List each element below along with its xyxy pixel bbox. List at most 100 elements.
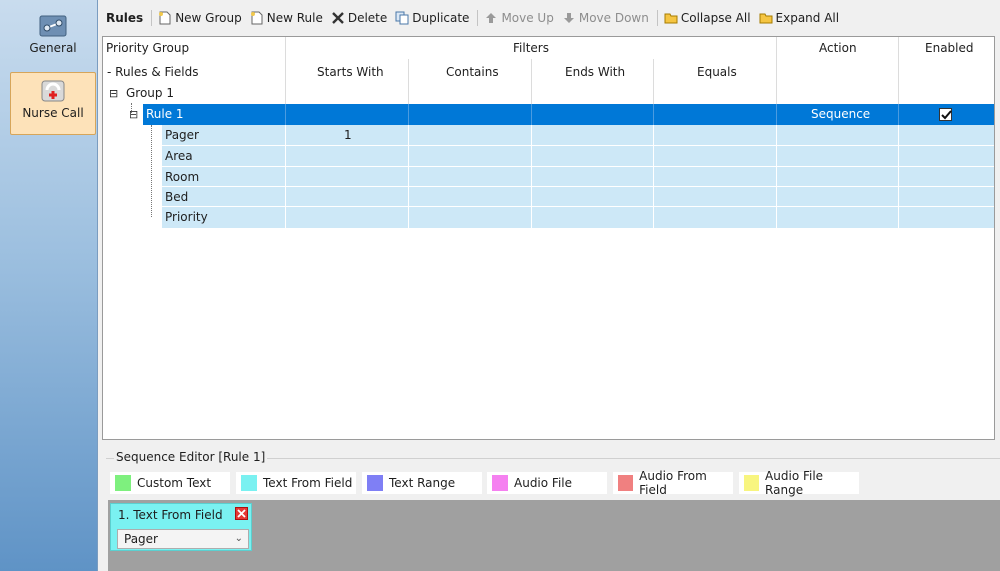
field-label: Area [165, 149, 193, 163]
new-rule-button[interactable]: New Rule [250, 11, 323, 25]
collapse-all-label: Collapse All [680, 11, 751, 25]
move-up-label: Move Up [501, 11, 554, 25]
close-icon[interactable] [235, 507, 248, 520]
new-rule-label: New Rule [266, 11, 323, 25]
header-equals[interactable]: Equals [697, 65, 737, 79]
row-divider [162, 145, 994, 146]
toolbar-title: Rules [106, 11, 144, 25]
rules-toolbar: Rules New Group New Rule Delete Duplicat… [100, 4, 1000, 32]
palette-swatch [618, 475, 634, 491]
row-divider [162, 166, 994, 167]
rules-tree-grid[interactable]: Priority Group - Rules & Fields Filters … [102, 36, 995, 440]
column-divider [898, 125, 899, 228]
group-row[interactable]: ⊟ Group 1 [103, 83, 994, 104]
chevron-down-icon: ⌄ [234, 533, 243, 544]
left-nav-panel: General Nurse Call [0, 0, 98, 571]
toolbar-separator [656, 10, 658, 26]
move-up-button[interactable]: Move Up [484, 11, 554, 25]
new-document-icon [250, 11, 264, 25]
rule-label: Rule 1 [146, 107, 184, 121]
column-divider [531, 125, 532, 228]
rule-enabled-checkbox[interactable] [939, 108, 952, 121]
field-row-area[interactable]: Area [162, 146, 994, 167]
sequence-step-title: 1. Text From Field [118, 508, 223, 522]
rule-expand-icon[interactable]: ⊟ [129, 104, 138, 125]
nav-general-label: General [29, 41, 77, 55]
header-action[interactable]: Action [819, 41, 857, 55]
tree-connector [151, 125, 152, 217]
new-group-button[interactable]: New Group [158, 11, 242, 25]
collapse-all-button[interactable]: Collapse All [664, 11, 751, 25]
column-divider [408, 104, 409, 125]
field-row-pager[interactable]: Pager 1 [162, 125, 994, 146]
field-label: Pager [165, 128, 199, 142]
duplicate-button[interactable]: Duplicate [395, 11, 469, 25]
field-label: Room [165, 170, 200, 184]
folder-icon [759, 11, 773, 25]
palette-custom-text[interactable]: Custom Text [110, 472, 230, 494]
palette-text-from-field[interactable]: Text From Field [236, 472, 356, 494]
palette-label: Text From Field [263, 476, 353, 490]
palette-swatch [492, 475, 508, 491]
toolbar-separator [477, 10, 479, 26]
header-enabled[interactable]: Enabled [925, 41, 974, 55]
move-down-label: Move Down [578, 11, 649, 25]
palette-audio-from-field[interactable]: Audio From Field [613, 469, 733, 497]
new-group-label: New Group [175, 11, 242, 25]
expand-all-label: Expand All [775, 11, 840, 25]
delete-x-icon [331, 11, 345, 25]
field-row-room[interactable]: Room [162, 167, 994, 188]
column-divider [776, 125, 777, 228]
palette-swatch [241, 475, 257, 491]
collapse-toggle-icon[interactable]: ⊟ [109, 83, 118, 104]
palette-audio-file-range[interactable]: Audio File Range [739, 469, 859, 497]
column-divider [408, 125, 409, 228]
header-filters: Filters [513, 41, 549, 55]
general-settings-icon [39, 14, 67, 38]
palette-text-range[interactable]: Text Range [362, 472, 482, 494]
palette-swatch [744, 475, 760, 491]
palette-label: Text Range [389, 476, 456, 490]
nurse-call-icon [39, 79, 67, 103]
nav-nurse-call-button[interactable]: Nurse Call [10, 72, 96, 135]
toolbar-separator [151, 10, 153, 26]
header-ends-with[interactable]: Ends With [565, 65, 625, 79]
column-divider [653, 104, 654, 125]
field-row-priority[interactable]: Priority [162, 207, 994, 228]
sequence-step-card[interactable]: 1. Text From Field Pager ⌄ [110, 503, 252, 551]
field-row-bed[interactable]: Bed [162, 187, 994, 208]
move-down-button[interactable]: Move Down [562, 11, 649, 25]
delete-button[interactable]: Delete [331, 11, 387, 25]
column-divider [531, 104, 532, 125]
delete-label: Delete [347, 11, 388, 25]
rule-row[interactable]: ⊟ Rule 1 Sequence [129, 104, 994, 125]
expand-all-button[interactable]: Expand All [759, 11, 840, 25]
palette-label: Audio File Range [765, 469, 824, 497]
duplicate-icon [395, 11, 409, 25]
column-divider [653, 125, 654, 228]
field-label: Bed [165, 190, 189, 204]
duplicate-label: Duplicate [412, 11, 470, 25]
row-divider [162, 186, 994, 187]
palette-label: Audio File [514, 476, 573, 490]
column-divider [898, 104, 899, 125]
new-document-icon [158, 11, 172, 25]
arrow-down-icon [562, 11, 576, 25]
sequence-editor-title: Sequence Editor [Rule 1] [114, 450, 268, 464]
header-starts-with[interactable]: Starts With [317, 65, 384, 79]
row-divider [162, 206, 994, 207]
rule-action[interactable]: Sequence [811, 104, 870, 125]
palette-label: Audio From Field [639, 469, 707, 497]
column-divider [776, 104, 777, 125]
header-contains[interactable]: Contains [446, 65, 499, 79]
palette-label: Custom Text [137, 476, 212, 490]
starts-with-value[interactable]: 1 [344, 125, 352, 146]
palette-swatch [115, 475, 131, 491]
nav-general-button[interactable]: General [10, 8, 96, 68]
field-select-value: Pager [124, 532, 158, 546]
column-divider [285, 104, 286, 125]
palette-audio-file[interactable]: Audio File [487, 472, 607, 494]
folder-icon [664, 11, 678, 25]
column-divider [285, 125, 286, 228]
field-select-dropdown[interactable]: Pager ⌄ [117, 529, 249, 549]
